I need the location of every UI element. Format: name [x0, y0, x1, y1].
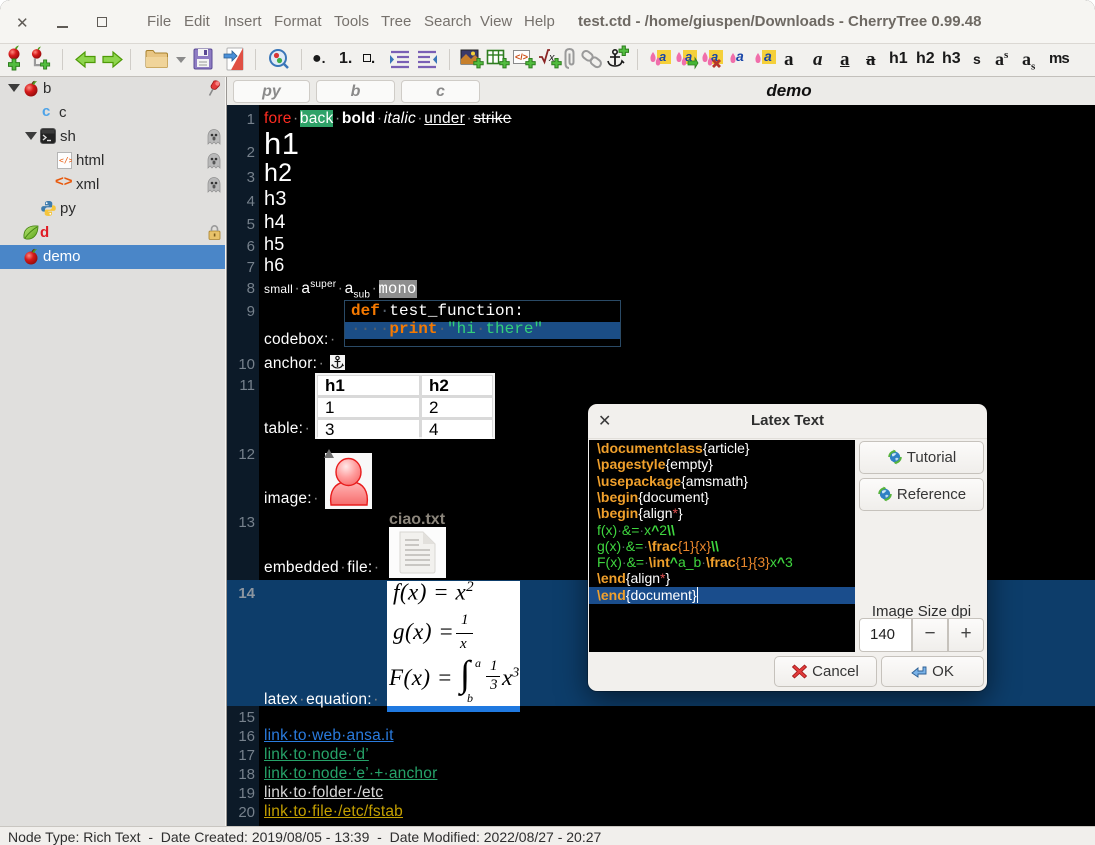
svg-text:a: a	[764, 48, 772, 64]
svg-text:</>: </>	[59, 156, 72, 165]
svg-text:a: a	[736, 48, 744, 64]
svg-text:</>: </>	[515, 52, 528, 62]
